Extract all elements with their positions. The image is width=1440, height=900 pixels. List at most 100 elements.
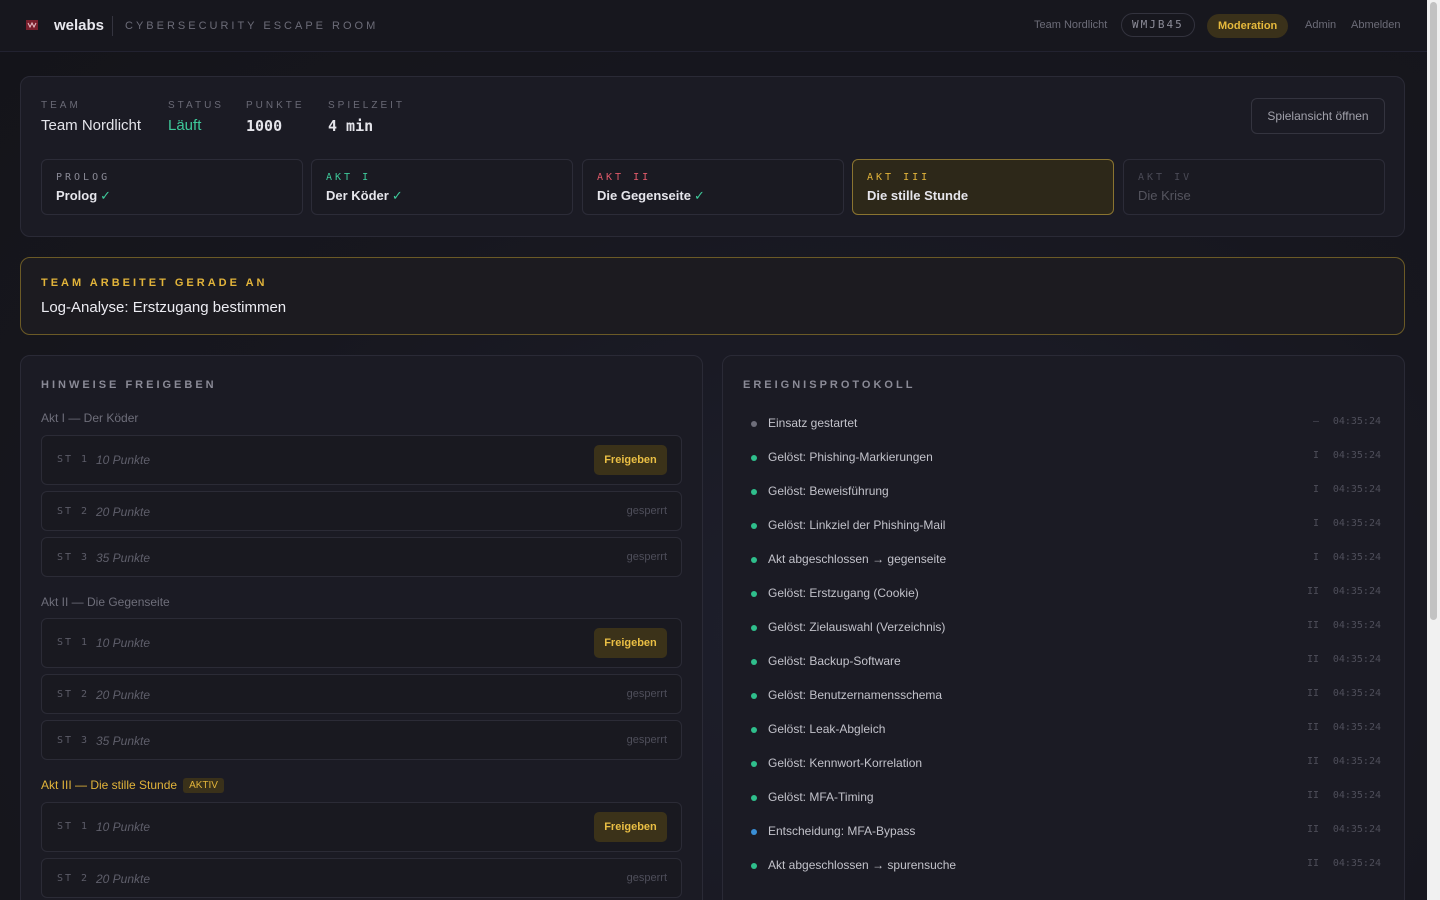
release-hint-button[interactable]: Freigeben <box>594 812 667 842</box>
event-text: Gelöst: Phishing-Markierungen <box>768 450 933 464</box>
event-text: Gelöst: Beweisführung <box>768 484 889 498</box>
admin-link[interactable]: Admin <box>1305 19 1336 31</box>
event-act: II <box>1306 858 1319 869</box>
event-row: Gelöst: Leak-Abgleich II 04:35:24 <box>751 720 1381 740</box>
hint-step: ST 1 <box>57 454 90 465</box>
hint-step: ST 2 <box>57 689 90 700</box>
event-text: Gelöst: Linkziel der Phishing-Mail <box>768 518 946 532</box>
event-row: Akt abgeschlossen → gegenseite I 04:35:24 <box>751 550 1381 570</box>
act-name: Die Gegenseite ✓ <box>597 188 705 203</box>
hint-locked-status: gesperrt <box>626 872 667 884</box>
scrollbar-thumb[interactable] <box>1430 2 1437 620</box>
top-navigation-bar: welabs CYBERSECURITY ESCAPE ROOM Team No… <box>0 0 1427 52</box>
hints-panel: HINWEISE FREIGEBEN Akt I — Der Köder ST … <box>20 355 703 900</box>
event-time: 04:35:24 <box>1332 722 1381 733</box>
event-act: II <box>1306 756 1319 767</box>
event-text: Gelöst: Backup-Software <box>768 654 901 668</box>
active-badge: AKTIV <box>183 778 224 793</box>
status-value: Läuft <box>168 117 202 134</box>
event-row: Gelöst: Kennwort-Korrelation II 04:35:24 <box>751 754 1381 774</box>
act-name: Die stille Stunde <box>867 188 969 203</box>
event-text: Akt abgeschlossen → spurensuche <box>768 858 957 872</box>
check-icon: ✓ <box>391 188 403 203</box>
hint-row: ST 2 20 Punkte gesperrt <box>41 858 682 898</box>
event-text: Gelöst: Benutzernamensschema <box>768 688 943 702</box>
event-row: Gelöst: Benutzernamensschema II 04:35:24 <box>751 686 1381 706</box>
event-status-dot <box>751 693 757 699</box>
logout-link[interactable]: Abmelden <box>1351 19 1401 31</box>
current-task-value: Log-Analyse: Erstzugang bestimmen <box>41 299 287 316</box>
event-row: Gelöst: Beweisführung I 04:35:24 <box>751 482 1381 502</box>
team-summary-card: TEAM Team Nordlicht STATUS Läuft PUNKTE … <box>20 76 1405 237</box>
act-card-4-locked[interactable]: AKT IV Die Krise <box>1123 159 1385 215</box>
check-icon: ✓ <box>693 188 705 203</box>
act-card-3-active[interactable]: AKT III Die stille Stunde <box>852 159 1114 215</box>
hint-locked-status: gesperrt <box>626 505 667 517</box>
event-time: 04:35:24 <box>1332 688 1381 699</box>
team-code-badge[interactable]: WMJB45 <box>1121 13 1195 37</box>
event-act: I <box>1312 518 1319 529</box>
hint-points: 10 Punkte <box>96 636 151 650</box>
event-text: Gelöst: MFA-Timing <box>768 790 874 804</box>
event-row: Akt abgeschlossen → spurensuche II 04:35:2… <box>751 856 1381 876</box>
act-card-1[interactable]: AKT I Der Köder ✓ <box>311 159 573 215</box>
event-time: 04:35:24 <box>1332 824 1381 835</box>
page-scrollbar[interactable] <box>1427 0 1440 900</box>
current-task-label: TEAM ARBEITET GERADE AN <box>41 277 268 289</box>
hint-locked-status: gesperrt <box>626 688 667 700</box>
event-act: II <box>1306 824 1319 835</box>
event-status-dot <box>751 489 757 495</box>
hint-row: ST 2 20 Punkte gesperrt <box>41 674 682 714</box>
event-text: Einsatz gestartet <box>768 416 858 430</box>
act-key: AKT II <box>597 172 652 183</box>
current-task-card: TEAM ARBEITET GERADE AN Log-Analyse: Ers… <box>20 257 1405 335</box>
act-card-prolog[interactable]: PROLOG Prolog ✓ <box>41 159 303 215</box>
event-act: II <box>1306 620 1319 631</box>
hint-step: ST 2 <box>57 506 90 517</box>
act-key: AKT I <box>326 172 372 183</box>
event-status-dot <box>751 659 757 665</box>
event-row: Entscheidung: MFA-Bypass II 04:35:24 <box>751 822 1381 842</box>
team-value: Team Nordlicht <box>41 117 142 134</box>
act-name: Prolog ✓ <box>56 188 112 203</box>
team-label: TEAM <box>41 100 81 111</box>
event-time: 04:35:24 <box>1332 858 1381 869</box>
release-hint-button[interactable]: Freigeben <box>594 445 667 475</box>
check-icon: ✓ <box>100 188 112 203</box>
release-hint-button[interactable]: Freigeben <box>594 628 667 658</box>
event-act: I <box>1312 484 1319 495</box>
hint-locked-status: gesperrt <box>626 551 667 563</box>
event-row: Gelöst: Backup-Software II 04:35:24 <box>751 652 1381 672</box>
event-status-dot <box>751 523 757 529</box>
moderation-link[interactable]: Moderation <box>1207 14 1289 38</box>
event-act: II <box>1306 586 1319 597</box>
hint-points: 10 Punkte <box>96 820 151 834</box>
time-label: SPIELZEIT <box>328 100 406 111</box>
act-card-2[interactable]: AKT II Die Gegenseite ✓ <box>582 159 844 215</box>
event-status-dot <box>751 795 757 801</box>
hint-group-label: Akt I — Der Köder <box>41 411 139 425</box>
status-label: STATUS <box>168 100 224 111</box>
event-time: 04:35:24 <box>1332 450 1381 461</box>
event-act: II <box>1306 722 1319 733</box>
open-game-view-button[interactable]: Spielansicht öffnen <box>1251 98 1385 134</box>
event-status-dot <box>751 829 757 835</box>
event-time: 04:35:24 <box>1332 518 1381 529</box>
event-text: Gelöst: Zielauswahl (Verzeichnis) <box>768 620 946 634</box>
hint-points: 35 Punkte <box>96 551 151 565</box>
brand-divider <box>112 16 113 36</box>
event-row: Gelöst: MFA-Timing II 04:35:24 <box>751 788 1381 808</box>
hint-row: ST 1 10 Punkte Freigeben <box>41 618 682 668</box>
hint-points: 35 Punkte <box>96 734 151 748</box>
hint-step: ST 1 <box>57 821 90 832</box>
hint-step: ST 3 <box>57 552 90 563</box>
event-row: Einsatz gestartet — 04:35:24 <box>751 414 1381 434</box>
logo-icon <box>26 20 38 30</box>
points-label: PUNKTE <box>246 100 305 111</box>
event-status-dot <box>751 761 757 767</box>
event-time: 04:35:24 <box>1332 790 1381 801</box>
hint-row: ST 1 10 Punkte Freigeben <box>41 802 682 852</box>
hint-row: ST 2 20 Punkte gesperrt <box>41 491 682 531</box>
act-name: Die Krise <box>1138 188 1191 203</box>
event-time: 04:35:24 <box>1332 416 1381 427</box>
